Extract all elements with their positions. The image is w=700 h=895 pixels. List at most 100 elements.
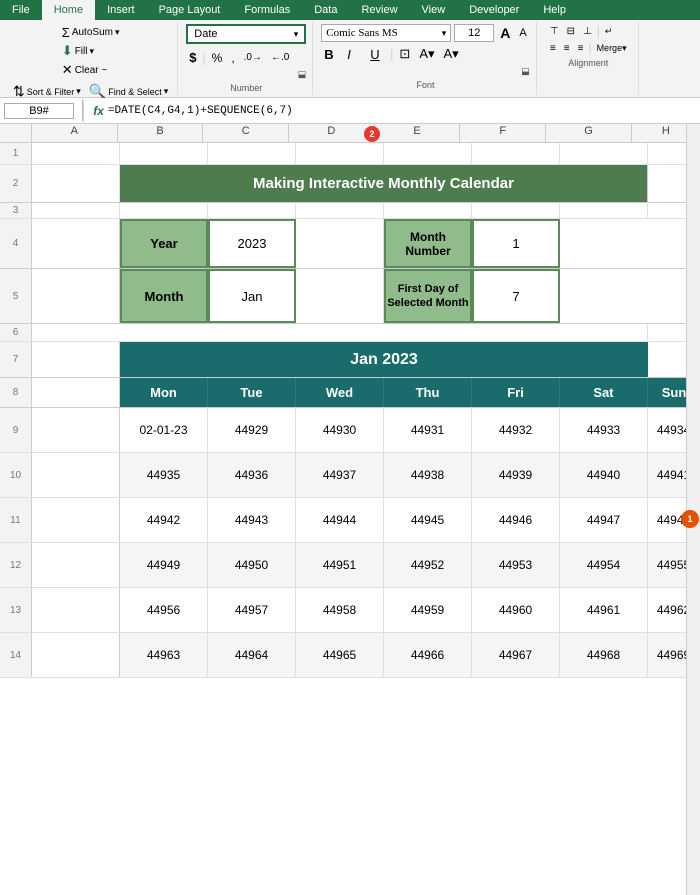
cell-g1[interactable] — [560, 143, 648, 164]
col-header-a[interactable]: A — [32, 124, 118, 142]
tab-file[interactable]: File — [0, 0, 42, 20]
increase-decimal-button[interactable]: .0→ — [241, 51, 265, 64]
cell-title[interactable]: Making Interactive Monthly Calendar — [120, 165, 648, 202]
tab-help[interactable]: Help — [531, 0, 578, 20]
cell-data-13-2[interactable]: 44958 — [296, 588, 384, 632]
tab-formulas[interactable]: Formulas — [232, 0, 302, 20]
align-right-button[interactable]: ≡ — [575, 41, 587, 55]
border-button[interactable]: ⊡ — [396, 45, 413, 63]
cell-data-13-4[interactable]: 44960 — [472, 588, 560, 632]
cell-a1[interactable] — [32, 143, 120, 164]
cell-a5[interactable] — [32, 269, 120, 323]
cell-a3[interactable] — [32, 203, 120, 218]
autosum-button[interactable]: Σ AutoSum ▾ — [59, 24, 123, 41]
cell-f3[interactable] — [472, 203, 560, 218]
cell-fri[interactable]: Fri — [472, 378, 560, 407]
cell-mon[interactable]: Mon — [120, 378, 208, 407]
cell-b6[interactable] — [32, 324, 648, 341]
cell-a10[interactable] — [32, 453, 120, 497]
cell-first-day-value[interactable]: 7 — [472, 269, 560, 323]
decrease-font-size-button[interactable]: A — [516, 26, 529, 40]
find-dropdown-icon[interactable]: ▾ — [164, 86, 169, 97]
cell-data-11-3[interactable]: 44945 — [384, 498, 472, 542]
cell-g3[interactable] — [560, 203, 648, 218]
align-center-button[interactable]: ≡ — [561, 41, 573, 55]
formula-input[interactable] — [108, 105, 696, 117]
cell-a8[interactable] — [32, 378, 120, 407]
cell-a14[interactable] — [32, 633, 120, 677]
currency-button[interactable]: $ — [186, 49, 199, 66]
cell-tue[interactable]: Tue — [208, 378, 296, 407]
cell-data-14-3[interactable]: 44966 — [384, 633, 472, 677]
cell-a7[interactable] — [32, 342, 120, 377]
cell-data-9-1[interactable]: 44929 — [208, 408, 296, 452]
tab-insert[interactable]: Insert — [95, 0, 147, 20]
align-bottom-button[interactable]: ⊥ — [580, 24, 595, 38]
col-header-g[interactable]: G — [546, 124, 632, 142]
fill-dropdown-icon[interactable]: ▾ — [89, 46, 94, 57]
clear-button[interactable]: ✕ Clear ~ — [59, 61, 110, 79]
cell-thu[interactable]: Thu — [384, 378, 472, 407]
cell-data-14-2[interactable]: 44965 — [296, 633, 384, 677]
cell-data-14-4[interactable]: 44967 — [472, 633, 560, 677]
col-header-e[interactable]: E — [375, 124, 461, 142]
cell-a12[interactable] — [32, 543, 120, 587]
cell-data-10-3[interactable]: 44938 — [384, 453, 472, 497]
cell-data-11-5[interactable]: 44947 — [560, 498, 648, 542]
cell-data-13-3[interactable]: 44959 — [384, 588, 472, 632]
cell-f1[interactable] — [472, 143, 560, 164]
cell-c3[interactable] — [208, 203, 296, 218]
cell-sat[interactable]: Sat — [560, 378, 648, 407]
cell-data-12-3[interactable]: 44952 — [384, 543, 472, 587]
sort-dropdown-icon[interactable]: ▾ — [76, 86, 81, 97]
cell-c1[interactable] — [208, 143, 296, 164]
col-header-c[interactable]: C — [203, 124, 289, 142]
cell-data-9-2[interactable]: 44930 — [296, 408, 384, 452]
cell-data-13-1[interactable]: 44957 — [208, 588, 296, 632]
number-format-dropdown[interactable]: Date ▾ — [186, 24, 306, 44]
col-header-f[interactable]: F — [460, 124, 546, 142]
cell-a11[interactable] — [32, 498, 120, 542]
cell-data-12-1[interactable]: 44950 — [208, 543, 296, 587]
cell-data-12-0[interactable]: 44949 — [120, 543, 208, 587]
font-size-dropdown[interactable]: 12 — [454, 24, 494, 42]
cell-a4[interactable] — [32, 219, 120, 268]
cell-b3[interactable] — [120, 203, 208, 218]
cell-e3[interactable] — [384, 203, 472, 218]
cell-e4[interactable] — [296, 219, 384, 268]
align-middle-button[interactable]: ⊟ — [564, 24, 578, 38]
cell-data-10-1[interactable]: 44936 — [208, 453, 296, 497]
bold-button[interactable]: B — [321, 46, 341, 63]
font-group-expand-icon[interactable]: ⬓ — [521, 66, 530, 77]
cell-data-11-1[interactable]: 44943 — [208, 498, 296, 542]
cell-data-11-4[interactable]: 44946 — [472, 498, 560, 542]
fill-button[interactable]: ⬇ Fill ▾ — [59, 42, 97, 60]
cell-month-value[interactable]: Jan — [208, 269, 296, 323]
tab-review[interactable]: Review — [349, 0, 409, 20]
cell-h5[interactable] — [560, 269, 700, 323]
cell-calendar-title[interactable]: Jan 2023 — [120, 342, 648, 377]
col-header-b[interactable]: B — [118, 124, 204, 142]
cell-d1[interactable] — [296, 143, 384, 164]
decrease-decimal-button[interactable]: ←.0 — [268, 51, 292, 64]
name-box[interactable] — [4, 103, 74, 119]
cell-data-10-5[interactable]: 44940 — [560, 453, 648, 497]
font-color-button[interactable]: A▾ — [441, 45, 462, 63]
tab-view[interactable]: View — [410, 0, 458, 20]
cell-h4[interactable] — [560, 219, 700, 268]
cell-data-9-5[interactable]: 44933 — [560, 408, 648, 452]
cell-data-10-4[interactable]: 44939 — [472, 453, 560, 497]
autosum-dropdown-icon[interactable]: ▾ — [115, 27, 120, 38]
cell-data-11-2[interactable]: 44944 — [296, 498, 384, 542]
merge-button[interactable]: Merge▾ — [594, 41, 630, 55]
cell-data-14-1[interactable]: 44964 — [208, 633, 296, 677]
cell-data-11-0[interactable]: 44942 — [120, 498, 208, 542]
cell-data-10-2[interactable]: 44937 — [296, 453, 384, 497]
increase-font-size-button[interactable]: A — [497, 24, 513, 42]
font-name-dropdown[interactable]: Comic Sans MS ▾ — [321, 24, 451, 42]
cell-data-13-0[interactable]: 44956 — [120, 588, 208, 632]
col-header-d[interactable]: D — [289, 124, 375, 142]
cell-month-label[interactable]: Month — [120, 269, 208, 323]
cell-first-day-label[interactable]: First Day of Selected Month — [384, 269, 472, 323]
align-left-button[interactable]: ≡ — [547, 41, 559, 55]
